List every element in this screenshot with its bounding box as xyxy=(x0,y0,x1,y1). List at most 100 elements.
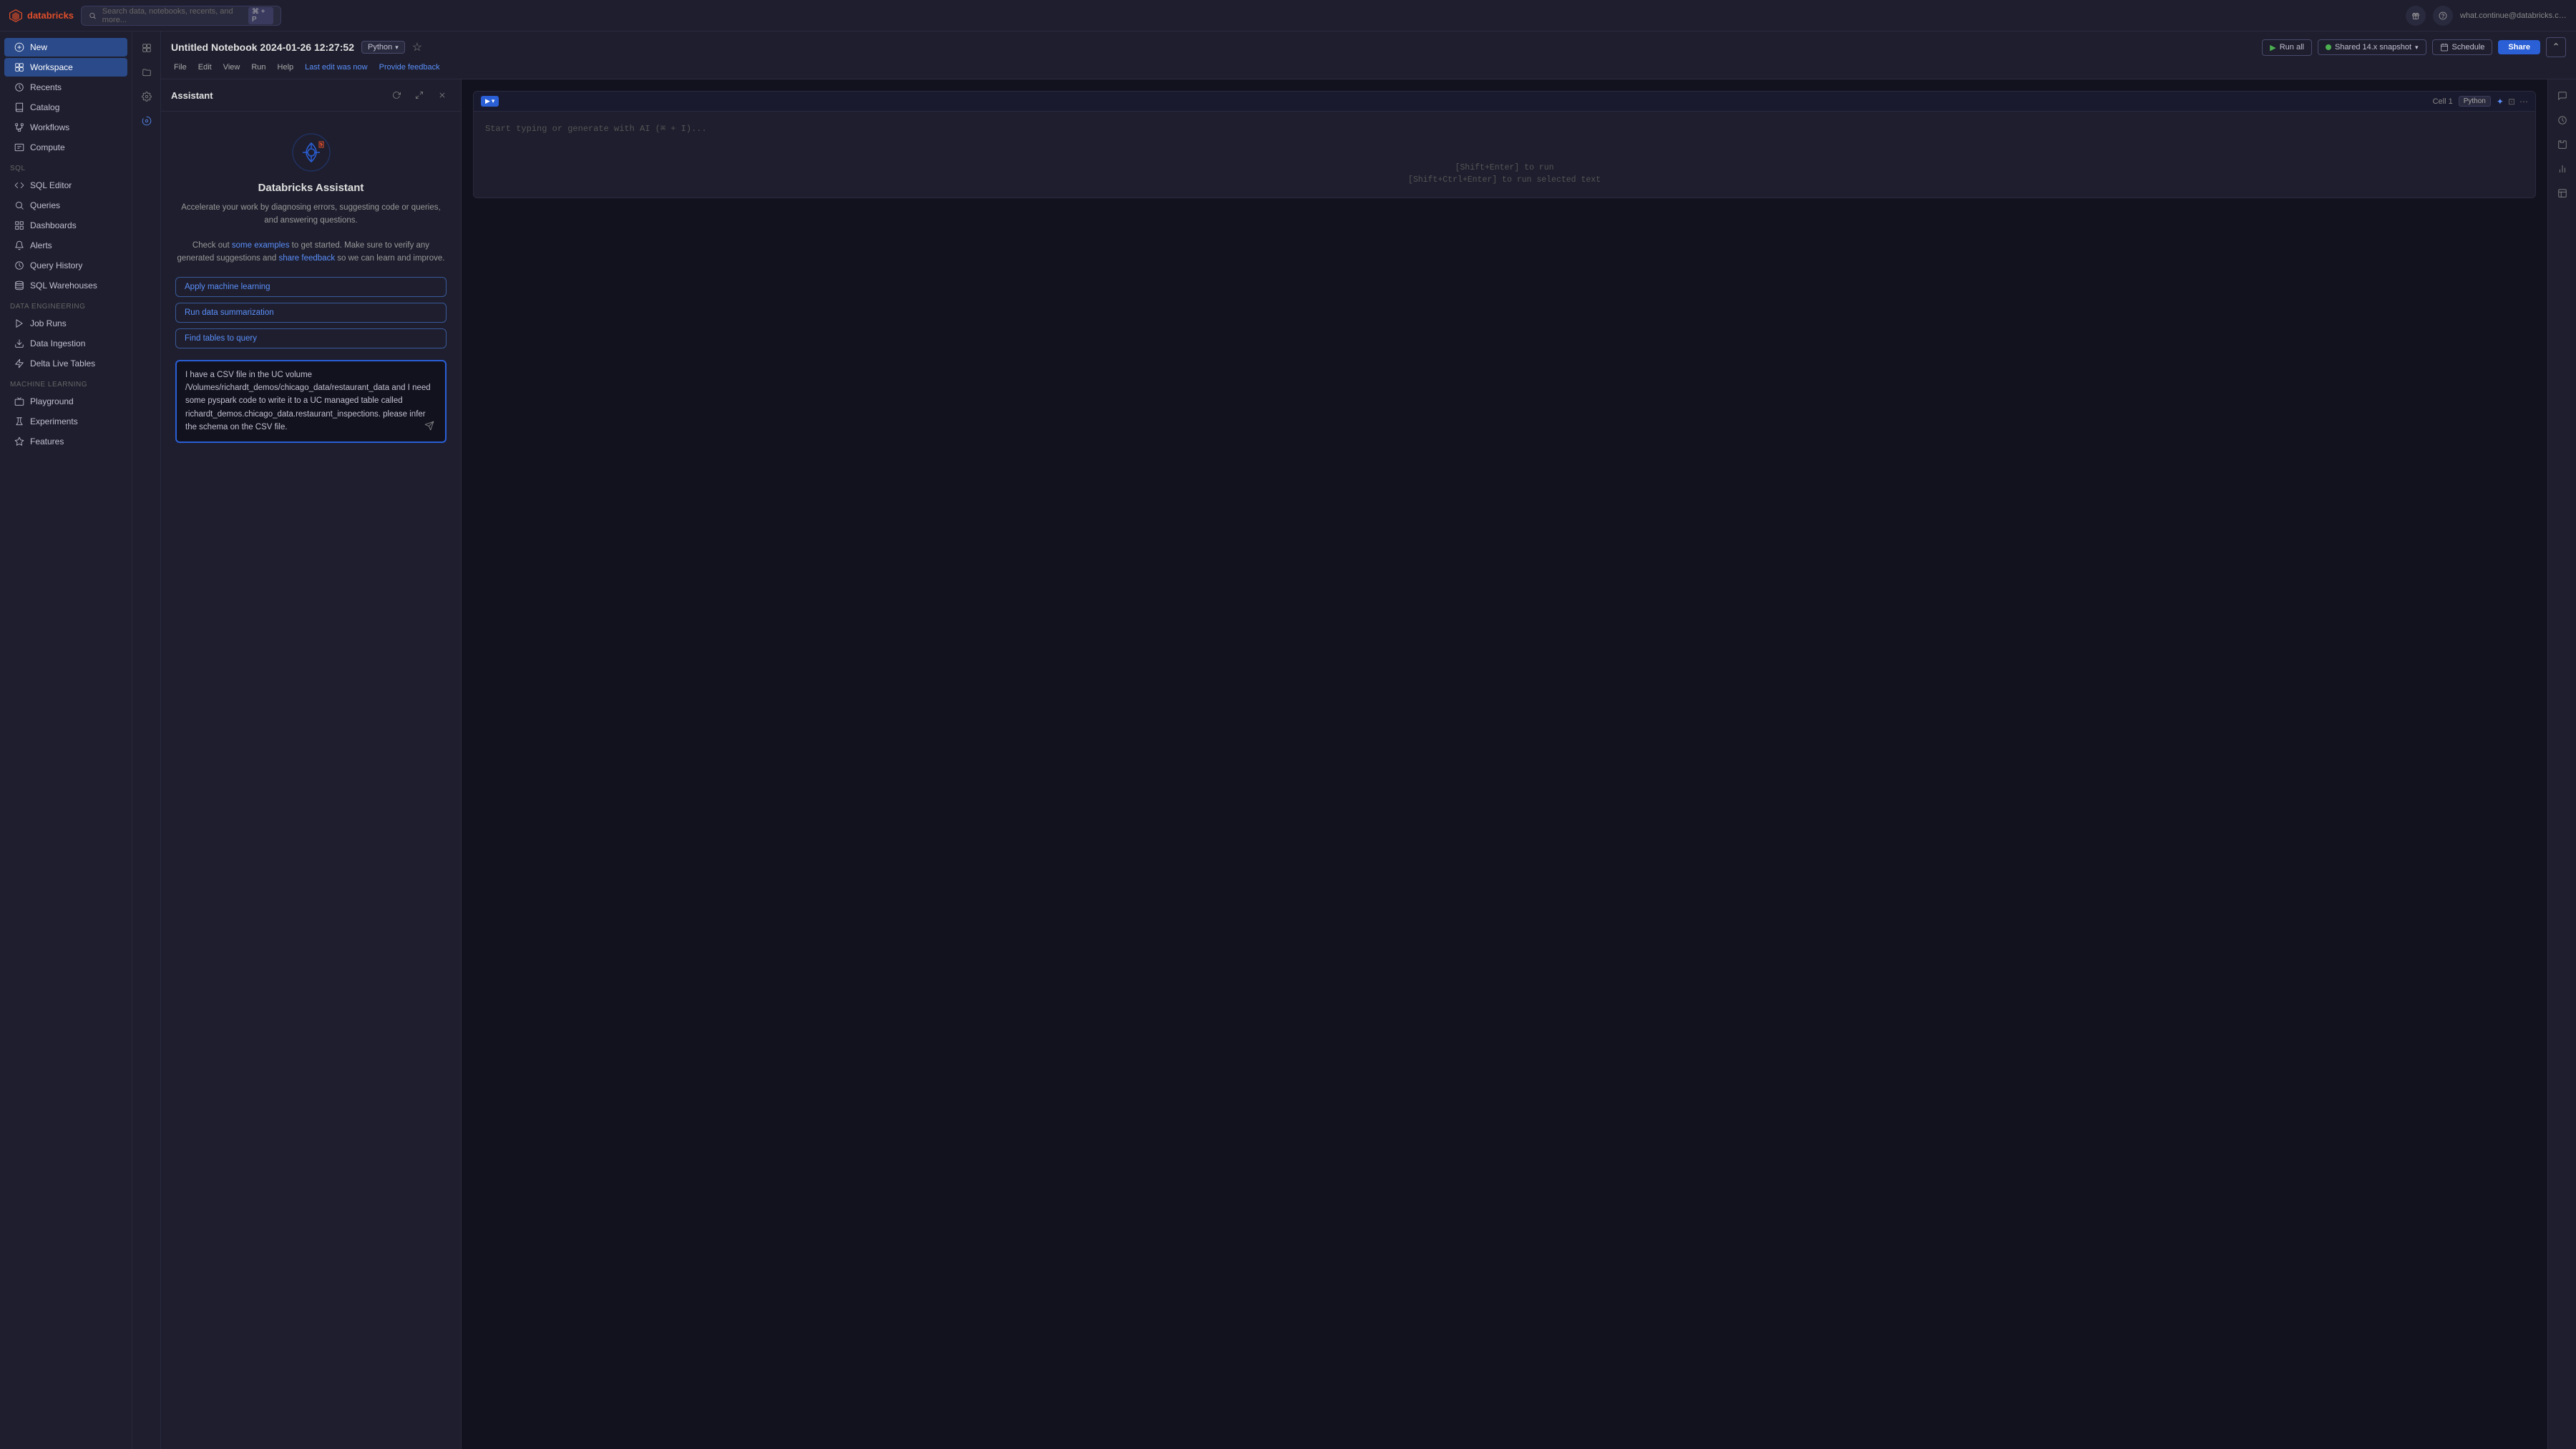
comments-icon xyxy=(2557,91,2567,101)
sidebar-item-recents[interactable]: Recents xyxy=(4,78,127,97)
sidebar-item-experiments[interactable]: Experiments xyxy=(4,412,127,431)
file-menu[interactable]: File xyxy=(171,62,190,73)
share-feedback-link[interactable]: share feedback xyxy=(278,254,335,263)
assistant-header: Assistant xyxy=(161,79,461,112)
shared-status-dot xyxy=(2326,44,2331,50)
sidebar-item-dashboards[interactable]: Dashboards xyxy=(4,216,127,235)
sidebar-item-sql-warehouses[interactable]: SQL Warehouses xyxy=(4,276,127,295)
assistant-input-area[interactable]: I have a CSV file in the UC volume /Volu… xyxy=(175,360,447,443)
notebook-title: Untitled Notebook 2024-01-26 12:27:52 xyxy=(171,42,354,53)
search-bar[interactable]: Search data, notebooks, recents, and mor… xyxy=(81,6,281,26)
main-layout: New Workspace Recents Catalog Workflows … xyxy=(0,31,2576,1449)
sidebar-files-icon-btn[interactable] xyxy=(136,37,157,59)
notebook-title-row: Untitled Notebook 2024-01-26 12:27:52 Py… xyxy=(171,37,2566,57)
sidebar-settings-icon-btn[interactable] xyxy=(136,86,157,107)
refresh-icon-btn[interactable] xyxy=(388,87,405,104)
sidebar: New Workspace Recents Catalog Workflows … xyxy=(0,31,132,1449)
sidebar-item-query-history[interactable]: Query History xyxy=(4,256,127,275)
close-icon-btn[interactable] xyxy=(434,87,451,104)
last-edit-label[interactable]: Last edit was now xyxy=(302,62,370,73)
right-comments-icon-btn[interactable] xyxy=(2552,85,2573,107)
cell-more-icon[interactable]: ⋯ xyxy=(2519,97,2528,107)
suggestion-apply-ml[interactable]: Apply machine learning xyxy=(175,277,447,297)
cell-language-badge[interactable]: Python xyxy=(2459,96,2491,107)
sidebar-item-catalog[interactable]: Catalog xyxy=(4,98,127,117)
sidebar-item-workspace[interactable]: Workspace xyxy=(4,58,127,77)
sidebar-dashboards-label: Dashboards xyxy=(30,220,77,230)
right-charts-icon-btn[interactable] xyxy=(2552,158,2573,180)
suggestion-run-summarization[interactable]: Run data summarization xyxy=(175,303,447,323)
run-menu[interactable]: Run xyxy=(248,62,268,73)
shared-snapshot-button[interactable]: Shared 14.x snapshot ▾ xyxy=(2318,39,2426,55)
sidebar-item-sql-editor[interactable]: SQL Editor xyxy=(4,176,127,195)
notebook-actions: ▶ Run all Shared 14.x snapshot ▾ Schedul… xyxy=(2262,37,2566,57)
sidebar-item-data-ingestion[interactable]: Data Ingestion xyxy=(4,334,127,353)
sidebar-workflows-label: Workflows xyxy=(30,122,69,132)
sidebar-item-job-runs[interactable]: Job Runs xyxy=(4,314,127,333)
compute-icon xyxy=(14,142,24,152)
sidebar-catalog-label: Catalog xyxy=(30,102,59,112)
cell-run-button[interactable]: ▶ ▾ xyxy=(481,96,499,107)
sidebar-item-queries[interactable]: Queries xyxy=(4,196,127,215)
schedule-button[interactable]: Schedule xyxy=(2432,39,2493,55)
sidebar-item-compute[interactable]: Compute xyxy=(4,138,127,157)
assistant-input-text[interactable]: I have a CSV file in the UC volume /Volu… xyxy=(185,369,436,434)
workspace-icon xyxy=(14,62,24,72)
right-cell-output-icon-btn[interactable] xyxy=(2552,182,2573,204)
sidebar-experiments-label: Experiments xyxy=(30,416,78,426)
edit-menu[interactable]: Edit xyxy=(195,62,215,73)
cell-hint: [Shift+Enter] to run [Shift+Ctrl+Enter] … xyxy=(485,163,2524,185)
help-icon-btn[interactable] xyxy=(2433,6,2453,26)
some-examples-link[interactable]: some examples xyxy=(232,241,290,250)
right-history-icon-btn[interactable] xyxy=(2552,109,2573,131)
assistant-description-1: Accelerate your work by diagnosing error… xyxy=(175,201,447,228)
new-button[interactable]: New xyxy=(4,38,127,57)
cell-hint-2: [Shift+Ctrl+Enter] to run selected text xyxy=(485,175,2524,185)
right-sidebar xyxy=(2547,79,2576,1449)
cell-output-icon xyxy=(2557,188,2567,198)
gift-icon-btn[interactable] xyxy=(2406,6,2426,26)
sidebar-delta-live-tables-label: Delta Live Tables xyxy=(30,358,95,369)
suggestion-find-tables[interactable]: Find tables to query xyxy=(175,328,447,348)
settings-icon xyxy=(142,92,152,102)
search-shortcut: ⌘ + P xyxy=(248,7,273,24)
cell-expand-icon[interactable]: ⊡ xyxy=(2508,97,2515,107)
topbar-right: what.continue@databricks.co.... xyxy=(2406,6,2567,26)
sidebar-item-features[interactable]: Features xyxy=(4,432,127,451)
alerts-icon xyxy=(14,240,24,250)
cell-sparkle-icon[interactable]: ✦ xyxy=(2497,97,2504,107)
send-icon-btn[interactable] xyxy=(419,416,439,436)
help-menu[interactable]: Help xyxy=(275,62,297,73)
right-variables-icon-btn[interactable] xyxy=(2552,134,2573,155)
sidebar-workspace-label: Workspace xyxy=(30,62,73,72)
provide-feedback-link[interactable]: Provide feedback xyxy=(376,62,443,73)
run-all-button[interactable]: ▶ Run all xyxy=(2262,39,2312,56)
job-runs-icon xyxy=(14,318,24,328)
notebook-toolbar: File Edit View Run Help Last edit was no… xyxy=(171,62,2566,73)
databricks-logo-icon xyxy=(9,9,23,23)
sidebar-item-workflows[interactable]: Workflows xyxy=(4,118,127,137)
sidebar-item-delta-live-tables[interactable]: Delta Live Tables xyxy=(4,354,127,373)
expand-icon xyxy=(415,91,424,99)
sidebar-folder-icon-btn[interactable] xyxy=(136,62,157,83)
collapse-button[interactable]: ⌃ xyxy=(2546,37,2566,57)
variables-icon xyxy=(2557,140,2567,150)
view-menu[interactable]: View xyxy=(220,62,243,73)
queries-icon xyxy=(14,200,24,210)
expand-icon-btn[interactable] xyxy=(411,87,428,104)
new-label: New xyxy=(30,42,47,52)
schedule-label: Schedule xyxy=(2452,43,2485,52)
cell-placeholder-text[interactable]: Start typing or generate with AI (⌘ + I)… xyxy=(485,124,707,134)
run-all-play-icon: ▶ xyxy=(2270,43,2275,52)
notebook-header: Untitled Notebook 2024-01-26 12:27:52 Py… xyxy=(161,31,2576,79)
sidebar-item-alerts[interactable]: Alerts xyxy=(4,236,127,255)
favorite-icon[interactable]: ☆ xyxy=(412,40,422,54)
language-selector[interactable]: Python ▾ xyxy=(361,41,405,54)
cell-action-icons: ✦ ⊡ ⋯ xyxy=(2497,97,2528,107)
run-all-label: Run all xyxy=(2280,43,2304,52)
sidebar-assistant-icon-btn[interactable] xyxy=(136,110,157,132)
plus-icon xyxy=(14,42,24,52)
sidebar-item-playground[interactable]: Playground xyxy=(4,392,127,411)
share-button[interactable]: Share xyxy=(2498,40,2540,54)
history-icon xyxy=(2557,115,2567,125)
